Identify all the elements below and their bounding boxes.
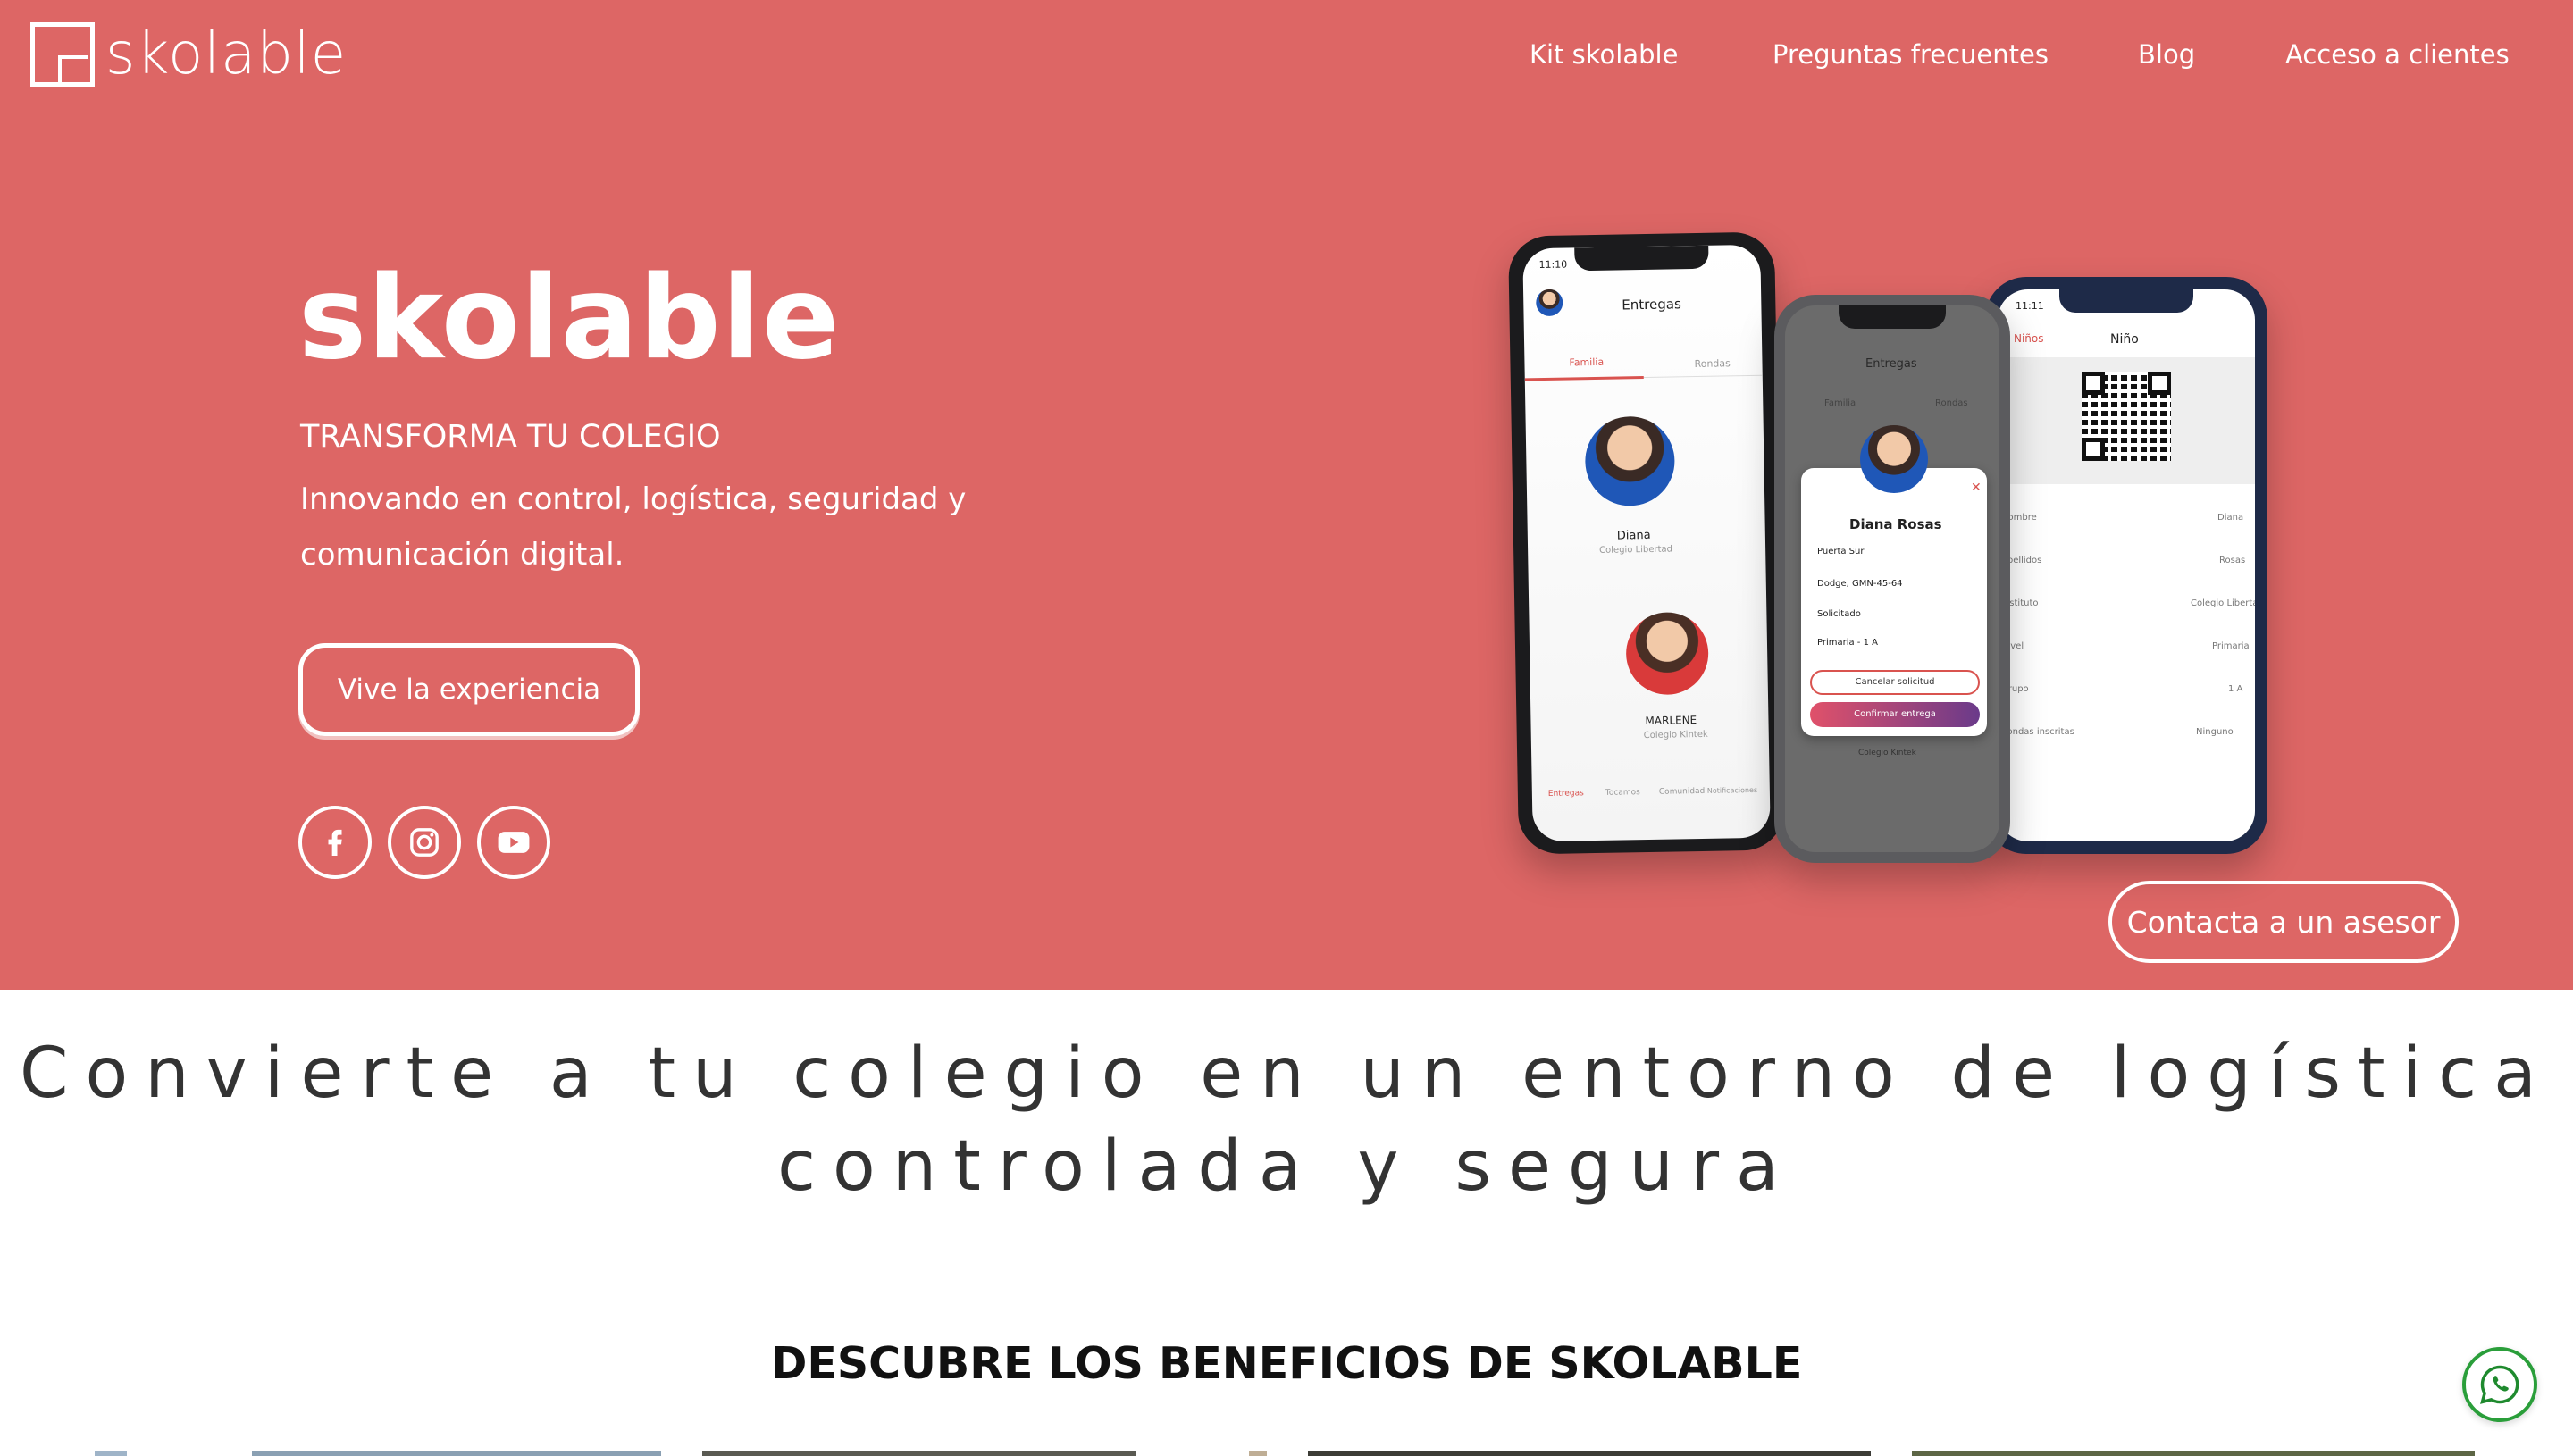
field-value: Rosas: [2219, 556, 2246, 565]
tab-familia[interactable]: Familia: [1569, 356, 1604, 369]
nav-blog[interactable]: Blog: [2138, 39, 2195, 70]
confirm-delivery-button[interactable]: Confirmar entrega: [1810, 702, 1980, 727]
status-time: 11:11: [2016, 300, 2044, 312]
bottom-nav-notificaciones[interactable]: Notificaciones: [1707, 786, 1757, 795]
whatsapp-icon-glyph: [2480, 1365, 2519, 1404]
field-label: Rondas inscritas: [2001, 727, 2074, 737]
hero-subtitle: TRANSFORMA TU COLEGIO: [300, 419, 721, 455]
notch: [2059, 289, 2193, 313]
close-icon[interactable]: ✕: [1971, 481, 1982, 495]
student-avatar-diana[interactable]: [1584, 415, 1676, 507]
benefit-image-1: [95, 1451, 127, 1456]
student-name: Diana: [1616, 528, 1651, 543]
screen-header: Entregas: [1622, 296, 1681, 314]
facebook-icon[interactable]: [298, 806, 372, 879]
card-grade: Primaria - 1 A: [1817, 638, 1878, 648]
cancel-request-button[interactable]: Cancelar solicitud: [1810, 670, 1980, 695]
card-student-name: Diana Rosas: [1849, 516, 1942, 532]
hero-title: skolable: [298, 252, 841, 385]
facebook-icon-glyph: [328, 829, 342, 856]
card-vehicle: Dodge, GMN-45-64: [1817, 579, 1903, 589]
tab-indicator: [1524, 376, 1644, 381]
student-avatar-marlene[interactable]: [1625, 611, 1709, 696]
student-name: MARLENE: [1645, 714, 1697, 728]
phone-middle: Entregas Familia Rondas ✕ Diana Rosas Pu…: [1774, 295, 2010, 863]
contacta-asesor-button[interactable]: Contacta a un asesor: [2108, 881, 2459, 963]
student-school: Colegio Libertad: [1599, 544, 1673, 556]
tab-rondas[interactable]: Rondas: [1694, 357, 1731, 370]
benefits-title: DESCUBRE LOS BENEFICIOS DE SKOLABLE: [770, 1338, 1803, 1389]
tab-rondas[interactable]: Rondas: [1935, 398, 1968, 408]
qr-code: [2082, 372, 2171, 461]
instagram-icon[interactable]: [388, 806, 461, 879]
whatsapp-icon[interactable]: [2462, 1347, 2537, 1422]
phone-left-screen: 11:10 Entregas Familia Rondas Diana Cole…: [1522, 244, 1771, 842]
student-school: Colegio Kintek: [1643, 729, 1708, 741]
field-value: 1 A: [2228, 684, 2243, 694]
hero-section: skolable Kit skolable Preguntas frecuent…: [0, 0, 2573, 990]
delivery-card: [1801, 468, 1987, 736]
nav-preguntas-frecuentes[interactable]: Preguntas frecuentes: [1773, 39, 2049, 70]
screen-header: Entregas: [1865, 357, 1917, 371]
nav-kit-skolable[interactable]: Kit skolable: [1530, 39, 1678, 70]
section-title-line2: controlada y segura: [777, 1126, 1796, 1207]
phone-middle-screen: Entregas Familia Rondas ✕ Diana Rosas Pu…: [1785, 305, 1999, 852]
tab-familia[interactable]: Familia: [1824, 398, 1856, 408]
field-value[interactable]: Ninguno: [2196, 727, 2234, 737]
notch: [1839, 305, 1946, 329]
card-status: Solicitado: [1817, 609, 1861, 619]
phone-right-screen: 11:11 Niños Niño Nombre Diana Apellidos …: [1998, 289, 2255, 841]
card-footer-school: Colegio Kintek: [1858, 749, 1916, 757]
notch: [1574, 245, 1709, 272]
benefit-image-4: [1249, 1451, 1267, 1456]
benefit-image-3: [702, 1451, 1136, 1456]
youtube-icon[interactable]: [477, 806, 550, 879]
user-avatar: [1536, 289, 1563, 317]
student-avatar: [1860, 425, 1928, 493]
nav-acceso-clientes[interactable]: Acceso a clientes: [2285, 39, 2510, 70]
youtube-icon-glyph: [498, 832, 530, 853]
benefit-image-2: [252, 1451, 661, 1456]
vive-experiencia-button[interactable]: Vive la experiencia: [298, 643, 640, 736]
bottom-nav-entregas[interactable]: Entregas: [1548, 789, 1584, 799]
screen-header: Niño: [2110, 332, 2139, 347]
section-title: Convierte a tu colegio en un entorno de …: [0, 1027, 2573, 1213]
bottom-nav-tocamos[interactable]: Tocamos: [1605, 788, 1640, 798]
benefit-image-5: [1308, 1451, 1871, 1456]
phone-right: 11:11 Niños Niño Nombre Diana Apellidos …: [1985, 277, 2267, 854]
bottom-nav-comunidad[interactable]: Comunidad: [1659, 787, 1706, 797]
card-door: Puerta Sur: [1817, 547, 1865, 556]
field-value: Colegio Libertad: [2191, 598, 2255, 608]
instagram-icon-glyph: [410, 828, 439, 857]
benefit-image-6: [1912, 1451, 2475, 1456]
field-value: Diana: [2217, 513, 2244, 523]
section-title-line1: Convierte a tu colegio en un entorno de …: [20, 1033, 2553, 1114]
phone-left: 11:10 Entregas Familia Rondas Diana Cole…: [1507, 231, 1786, 855]
field-value: Primaria: [2212, 641, 2250, 651]
status-time: 11:10: [1538, 258, 1568, 272]
main-nav: Kit skolable Preguntas frecuentes Blog A…: [0, 39, 2573, 80]
back-link[interactable]: Niños: [2014, 332, 2044, 345]
hero-description: Innovando en control, logística, segurid…: [300, 481, 967, 573]
